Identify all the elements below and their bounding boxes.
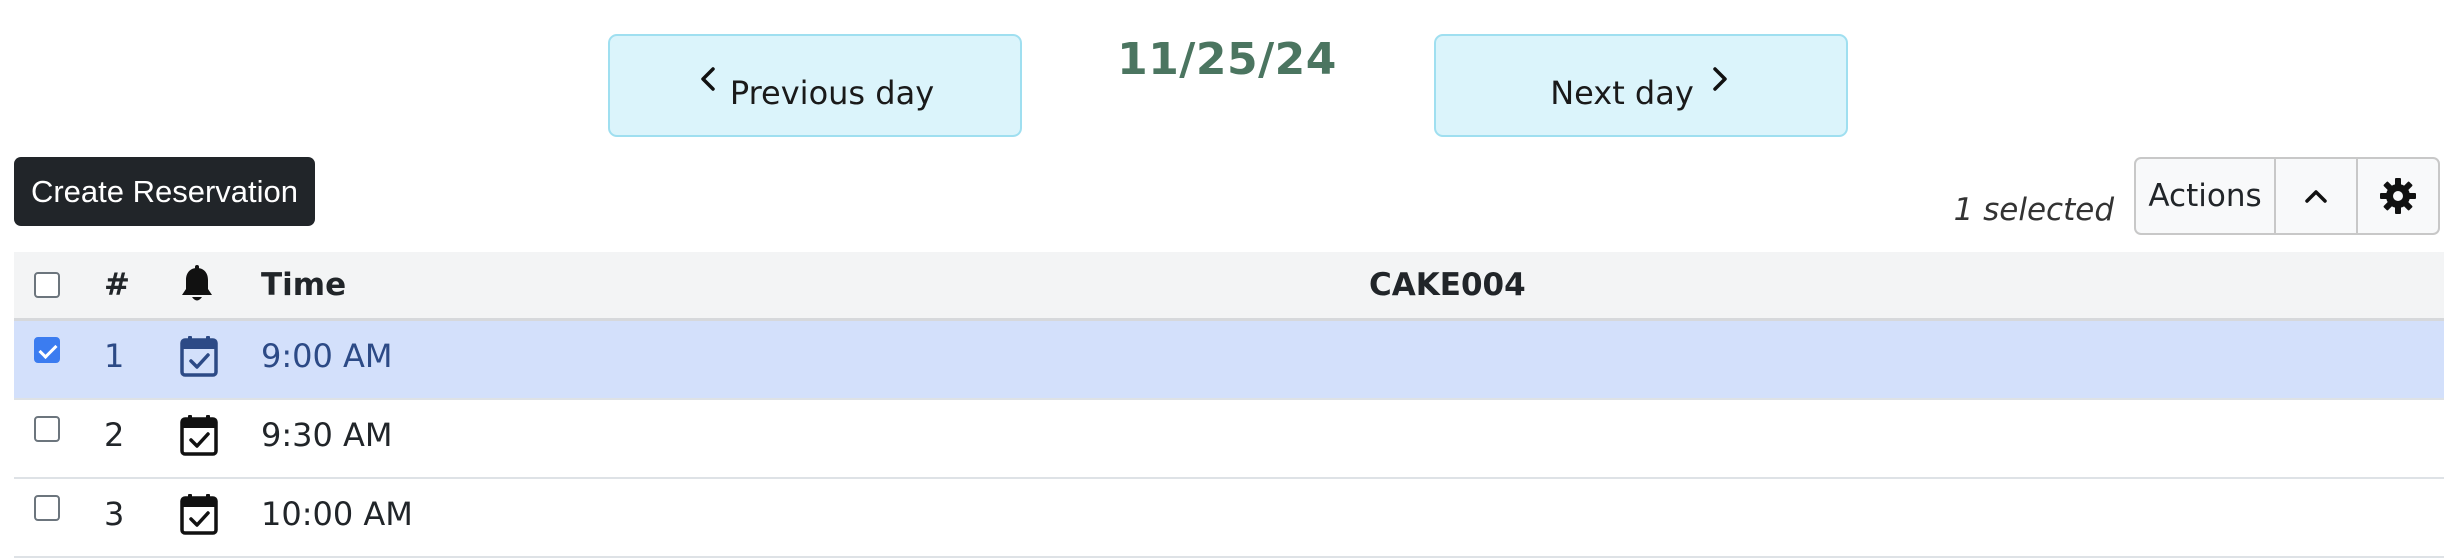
column-header-resource: CAKE004	[1369, 267, 1526, 303]
actions-button[interactable]: Actions	[2136, 159, 2276, 233]
bell-icon	[179, 265, 215, 305]
column-header-number: #	[104, 267, 130, 303]
gear-icon	[2378, 176, 2418, 216]
row-checkbox[interactable]	[34, 415, 60, 442]
next-day-button[interactable]: Next day	[1434, 34, 1848, 137]
create-reservation-button[interactable]: Create Reservation	[14, 157, 315, 226]
row-number: 2	[104, 415, 125, 454]
table-row[interactable]: 2 9:30 AM	[14, 400, 2444, 479]
current-date: 11/25/24	[1117, 34, 1337, 85]
select-all-checkbox[interactable]	[34, 272, 60, 298]
row-time[interactable]: 9:30 AM	[261, 396, 393, 473]
actions-button-group: Actions	[2134, 157, 2440, 235]
chevron-up-icon	[2303, 183, 2329, 209]
chevron-left-icon	[696, 66, 722, 92]
table-row[interactable]: 1 9:00 AM	[14, 321, 2444, 400]
settings-button[interactable]	[2358, 159, 2438, 233]
row-checkbox[interactable]	[34, 494, 60, 521]
selected-count: 1 selected	[1953, 192, 2114, 228]
chevron-right-icon	[1706, 66, 1732, 92]
calendar-check-icon	[179, 335, 219, 377]
previous-day-label: Previous day	[729, 73, 935, 112]
row-time[interactable]: 9:00 AM	[261, 317, 393, 394]
previous-day-button[interactable]: Previous day	[608, 34, 1022, 137]
column-header-time: Time	[261, 267, 347, 303]
collapse-button[interactable]	[2276, 159, 2358, 233]
next-day-label: Next day	[1550, 73, 1694, 112]
calendar-check-icon	[179, 414, 219, 456]
table-row[interactable]: 3 10:00 AM	[14, 479, 2444, 558]
row-checkbox[interactable]	[34, 336, 60, 363]
row-time[interactable]: 10:00 AM	[261, 475, 413, 552]
reservations-table: # Time CAKE004 1 9:00 AM 2 9:30 AM 3 10:…	[14, 252, 2444, 558]
calendar-check-icon	[179, 493, 219, 535]
row-number: 1	[104, 336, 125, 375]
row-number: 3	[104, 494, 125, 533]
table-header: # Time CAKE004	[14, 252, 2444, 321]
